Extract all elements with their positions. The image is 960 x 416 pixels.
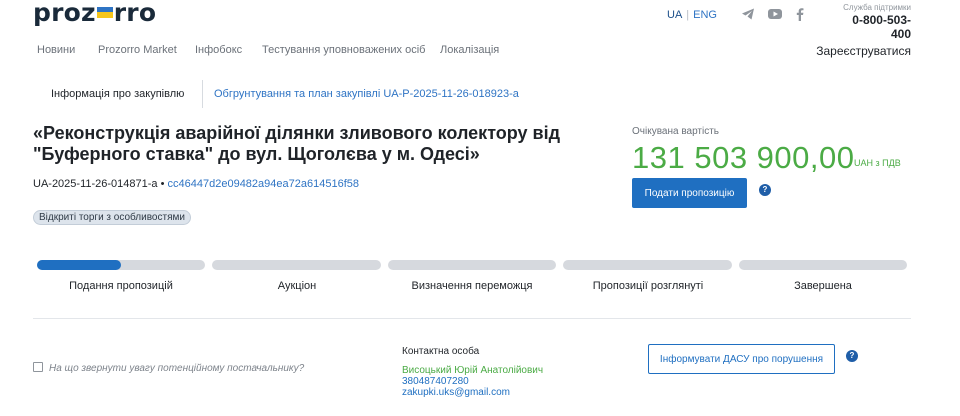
supplier-hint-text: На що звернути увагу потенційному постач… <box>49 363 305 374</box>
progress-step-reviewed <box>563 260 732 270</box>
contact-email[interactable]: zakupki.uks@gmail.com <box>402 387 543 398</box>
procedure-type-badge: Відкриті торги з особливостями <box>33 210 191 225</box>
help-icon-dasu[interactable]: ? <box>846 350 858 362</box>
section-divider <box>33 318 911 319</box>
supplier-hint-link[interactable]: На що звернути увагу потенційному постач… <box>33 362 304 374</box>
contact-person: Контактна особа Висоцький Юрій Анатолійо… <box>402 346 543 398</box>
help-icon[interactable]: ? <box>759 184 771 196</box>
lang-eng[interactable]: ENG <box>693 9 717 21</box>
expected-value-amount: 131 503 900,00 <box>632 140 855 175</box>
tender-tabs: Інформація про закупівлю Обгрунтування т… <box>33 80 533 108</box>
support-phone[interactable]: 0-800-503-400 <box>837 13 911 41</box>
nav-item-testing[interactable]: Тестування уповноважених осіб <box>262 44 425 56</box>
contact-name: Висоцький Юрій Анатолійович <box>402 365 544 376</box>
support-block: Служба підтримки 0-800-503-400 <box>837 3 911 41</box>
facebook-icon[interactable] <box>792 6 808 22</box>
tender-id: UA-2025-11-26-014871-a <box>33 178 158 190</box>
expected-value-label: Очікувана вартість <box>632 126 720 137</box>
tender-title: «Реконструкція аварійної ділянки зливово… <box>33 123 561 164</box>
nav-item-market[interactable]: Prozorro Market <box>98 44 177 56</box>
report-dasu-button[interactable]: Інформувати ДАСУ про порушення <box>648 344 835 374</box>
nav-item-infobox[interactable]: Інфобокс <box>195 44 242 56</box>
stage-label-auction: Аукціон <box>277 280 317 292</box>
lang-ua[interactable]: UA <box>667 9 682 21</box>
nav-item-news[interactable]: Новини <box>37 44 75 56</box>
progress-fill <box>37 260 121 270</box>
logo-text-left: proz <box>33 0 96 27</box>
top-bar: proz rro UA | ENG Служба підтримки 0-800-50… <box>0 0 960 72</box>
stage-label-winner: Визначення переможця <box>411 280 533 292</box>
register-link[interactable]: Зареєструватися <box>816 44 911 58</box>
prozorro-logo[interactable]: proz rro <box>33 0 156 27</box>
progress-step-submission <box>37 260 205 270</box>
language-switcher: UA | ENG <box>667 9 717 21</box>
stage-label-reviewed: Пропозиції розглянуті <box>592 280 704 292</box>
submit-proposal-button[interactable]: Подати пропозицію <box>632 178 747 208</box>
youtube-icon[interactable] <box>767 6 783 22</box>
tender-hash[interactable]: cc46447d2e09482a94ea72a614516f58 <box>168 178 359 190</box>
telegram-icon[interactable] <box>740 6 756 22</box>
id-separator: • <box>157 178 168 190</box>
progress-step-winner <box>388 260 556 270</box>
lang-separator: | <box>686 9 690 21</box>
tab-plan-link[interactable]: Обгрунтування та план закупівлі UA-P-202… <box>214 88 519 100</box>
progress-step-completed <box>739 260 907 270</box>
stage-label-submission: Подання пропозицій <box>69 280 173 292</box>
expected-value-currency: UAH з ПДВ <box>854 158 901 168</box>
progress-step-auction <box>212 260 381 270</box>
nav-item-localization[interactable]: Локалізація <box>440 44 499 56</box>
contact-label: Контактна особа <box>402 346 480 357</box>
tab-procurement-info[interactable]: Інформація про закупівлю <box>33 80 204 108</box>
stage-label-completed: Завершена <box>794 280 852 292</box>
logo-flag-icon <box>96 6 113 18</box>
logo-text-right: rro <box>113 0 157 27</box>
support-label: Служба підтримки <box>843 3 911 12</box>
contact-phone[interactable]: 380487407280 <box>402 376 543 387</box>
tender-identifiers: UA-2025-11-26-014871-a • cc46447d2e09482… <box>33 178 359 190</box>
external-link-icon <box>33 362 43 372</box>
